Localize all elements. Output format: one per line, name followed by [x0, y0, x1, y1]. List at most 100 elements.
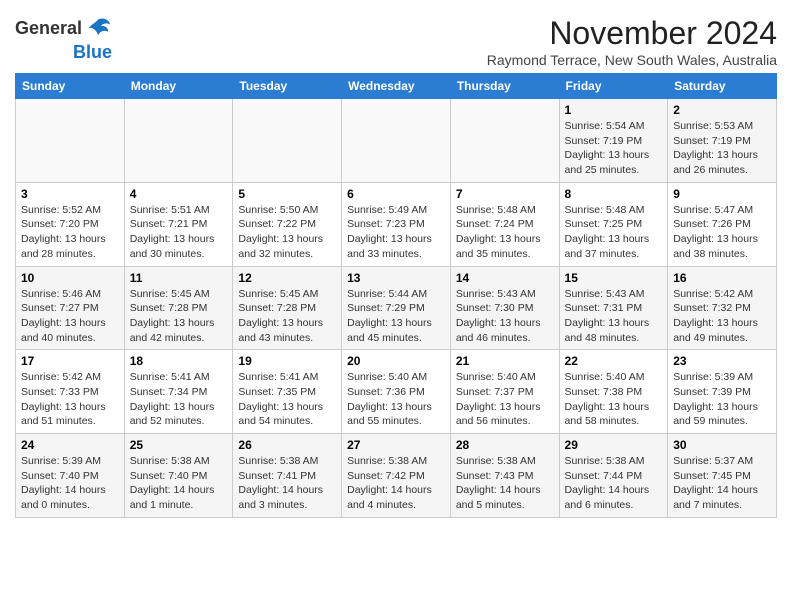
day-detail: Sunrise: 5:45 AM Sunset: 7:28 PM Dayligh…: [238, 288, 323, 344]
day-detail: Sunrise: 5:38 AM Sunset: 7:41 PM Dayligh…: [238, 455, 323, 511]
logo-bird-icon: [84, 15, 112, 43]
day-number: 4: [130, 187, 228, 201]
weekday-header-saturday: Saturday: [668, 74, 777, 99]
day-number: 26: [238, 438, 336, 452]
week-row-5: 24Sunrise: 5:39 AM Sunset: 7:40 PM Dayli…: [16, 434, 777, 518]
week-row-2: 3 Sunrise: 5:52 AM Sunset: 7:20 PM Daylig…: [16, 182, 777, 266]
empty-cell: [342, 99, 451, 183]
day-number: 9: [673, 187, 771, 201]
week-row-3: 10 Sunrise: 5:46 AM Sunset: 7:27 PM Dayli…: [16, 266, 777, 350]
day-number: 12: [238, 271, 336, 285]
day-detail: Sunrise: 5:42 AM Sunset: 7:33 PM Dayligh…: [21, 371, 106, 427]
day-cell-29: 29 Sunrise: 5:38 AM Sunset: 7:44 PM Dayli…: [559, 434, 668, 518]
day-cell-18: 18 Sunrise: 5:41 AM Sunset: 7:34 PM Dayli…: [124, 350, 233, 434]
day-detail: Sunrise: 5:37 AM Sunset: 7:45 PM Dayligh…: [673, 455, 758, 511]
day-cell-23: 23 Sunrise: 5:39 AM Sunset: 7:39 PM Dayli…: [668, 350, 777, 434]
day-number: 1: [565, 103, 663, 117]
day-number: 24: [21, 438, 119, 452]
day-detail: Sunrise: 5:41 AM Sunset: 7:35 PM Dayligh…: [238, 371, 323, 427]
weekday-header-tuesday: Tuesday: [233, 74, 342, 99]
day-cell-8: 8Sunrise: 5:48 AM Sunset: 7:25 PM Daylig…: [559, 182, 668, 266]
day-cell-28: 28 Sunrise: 5:38 AM Sunset: 7:43 PM Dayli…: [450, 434, 559, 518]
day-detail: Sunrise: 5:44 AM Sunset: 7:29 PM Dayligh…: [347, 288, 432, 344]
day-cell-21: 21 Sunrise: 5:40 AM Sunset: 7:37 PM Dayli…: [450, 350, 559, 434]
day-number: 5: [238, 187, 336, 201]
day-detail: Sunrise: 5:38 AM Sunset: 7:42 PM Dayligh…: [347, 455, 432, 511]
day-cell-30: 30 Sunrise: 5:37 AM Sunset: 7:45 PM Dayli…: [668, 434, 777, 518]
day-cell-7: 7 Sunrise: 5:48 AM Sunset: 7:24 PM Daylig…: [450, 182, 559, 266]
day-cell-3: 3 Sunrise: 5:52 AM Sunset: 7:20 PM Daylig…: [16, 182, 125, 266]
day-number: 3: [21, 187, 119, 201]
day-number: 28: [456, 438, 554, 452]
day-cell-2: 2Sunrise: 5:53 AM Sunset: 7:19 PM Daylig…: [668, 99, 777, 183]
day-number: 11: [130, 271, 228, 285]
day-cell-1: 1 Sunrise: 5:54 AM Sunset: 7:19 PM Daylig…: [559, 99, 668, 183]
day-detail: Sunrise: 5:52 AM Sunset: 7:20 PM Dayligh…: [21, 204, 106, 260]
day-detail: Sunrise: 5:51 AM Sunset: 7:21 PM Dayligh…: [130, 204, 215, 260]
day-number: 10: [21, 271, 119, 285]
day-cell-27: 27 Sunrise: 5:38 AM Sunset: 7:42 PM Dayli…: [342, 434, 451, 518]
day-cell-10: 10 Sunrise: 5:46 AM Sunset: 7:27 PM Dayli…: [16, 266, 125, 350]
day-cell-6: 6 Sunrise: 5:49 AM Sunset: 7:23 PM Daylig…: [342, 182, 451, 266]
day-detail: Sunrise: 5:39 AM Sunset: 7:39 PM Dayligh…: [673, 371, 758, 427]
day-detail: Sunrise: 5:45 AM Sunset: 7:28 PM Dayligh…: [130, 288, 215, 344]
day-number: 27: [347, 438, 445, 452]
day-cell-22: 22 Sunrise: 5:40 AM Sunset: 7:38 PM Dayli…: [559, 350, 668, 434]
day-detail: Sunrise: 5:50 AM Sunset: 7:22 PM Dayligh…: [238, 204, 323, 260]
month-title: November 2024: [487, 15, 777, 52]
day-number: 30: [673, 438, 771, 452]
day-detail: Sunrise: 5:40 AM Sunset: 7:36 PM Dayligh…: [347, 371, 432, 427]
day-detail: Sunrise: 5:40 AM Sunset: 7:37 PM Dayligh…: [456, 371, 541, 427]
day-number: 7: [456, 187, 554, 201]
empty-cell: [450, 99, 559, 183]
day-detail: Sunrise: 5:38 AM Sunset: 7:44 PM Dayligh…: [565, 455, 650, 511]
day-detail: Sunrise: 5:48 AM Sunset: 7:24 PM Dayligh…: [456, 204, 541, 260]
empty-cell: [233, 99, 342, 183]
day-cell-12: 12 Sunrise: 5:45 AM Sunset: 7:28 PM Dayli…: [233, 266, 342, 350]
empty-cell: [124, 99, 233, 183]
day-number: 19: [238, 354, 336, 368]
day-detail: Sunrise: 5:42 AM Sunset: 7:32 PM Dayligh…: [673, 288, 758, 344]
day-number: 20: [347, 354, 445, 368]
day-number: 16: [673, 271, 771, 285]
day-cell-5: 5 Sunrise: 5:50 AM Sunset: 7:22 PM Daylig…: [233, 182, 342, 266]
day-number: 13: [347, 271, 445, 285]
weekday-header-sunday: Sunday: [16, 74, 125, 99]
day-cell-26: 26 Sunrise: 5:38 AM Sunset: 7:41 PM Dayli…: [233, 434, 342, 518]
page-header: General Blue November 2024 Raymond Terra…: [15, 15, 777, 68]
logo-general: General: [15, 18, 82, 38]
day-detail: Sunrise: 5:38 AM Sunset: 7:43 PM Dayligh…: [456, 455, 541, 511]
day-detail: Sunrise: 5:48 AM Sunset: 7:25 PM Dayligh…: [565, 204, 650, 260]
day-cell-15: 15 Sunrise: 5:43 AM Sunset: 7:31 PM Dayli…: [559, 266, 668, 350]
day-number: 29: [565, 438, 663, 452]
day-detail: Sunrise: 5:40 AM Sunset: 7:38 PM Dayligh…: [565, 371, 650, 427]
logo-blue: Blue: [73, 43, 112, 63]
day-number: 22: [565, 354, 663, 368]
day-cell-19: 19 Sunrise: 5:41 AM Sunset: 7:35 PM Dayli…: [233, 350, 342, 434]
day-cell-9: 9 Sunrise: 5:47 AM Sunset: 7:26 PM Daylig…: [668, 182, 777, 266]
day-cell-17: 17Sunrise: 5:42 AM Sunset: 7:33 PM Dayli…: [16, 350, 125, 434]
day-number: 15: [565, 271, 663, 285]
day-number: 18: [130, 354, 228, 368]
location-subtitle: Raymond Terrace, New South Wales, Austra…: [487, 52, 777, 68]
day-number: 14: [456, 271, 554, 285]
day-cell-11: 11 Sunrise: 5:45 AM Sunset: 7:28 PM Dayli…: [124, 266, 233, 350]
day-detail: Sunrise: 5:46 AM Sunset: 7:27 PM Dayligh…: [21, 288, 106, 344]
day-detail: Sunrise: 5:47 AM Sunset: 7:26 PM Dayligh…: [673, 204, 758, 260]
logo: General Blue: [15, 15, 112, 63]
day-cell-4: 4 Sunrise: 5:51 AM Sunset: 7:21 PM Daylig…: [124, 182, 233, 266]
week-row-1: 1 Sunrise: 5:54 AM Sunset: 7:19 PM Daylig…: [16, 99, 777, 183]
day-detail: Sunrise: 5:49 AM Sunset: 7:23 PM Dayligh…: [347, 204, 432, 260]
day-number: 6: [347, 187, 445, 201]
day-detail: Sunrise: 5:41 AM Sunset: 7:34 PM Dayligh…: [130, 371, 215, 427]
day-number: 21: [456, 354, 554, 368]
day-cell-24: 24Sunrise: 5:39 AM Sunset: 7:40 PM Dayli…: [16, 434, 125, 518]
title-block: November 2024 Raymond Terrace, New South…: [487, 15, 777, 68]
calendar-table: SundayMondayTuesdayWednesdayThursdayFrid…: [15, 73, 777, 518]
day-detail: Sunrise: 5:54 AM Sunset: 7:19 PM Dayligh…: [565, 120, 650, 176]
day-number: 23: [673, 354, 771, 368]
weekday-header-row: SundayMondayTuesdayWednesdayThursdayFrid…: [16, 74, 777, 99]
day-cell-20: 20 Sunrise: 5:40 AM Sunset: 7:36 PM Dayli…: [342, 350, 451, 434]
day-detail: Sunrise: 5:43 AM Sunset: 7:31 PM Dayligh…: [565, 288, 650, 344]
week-row-4: 17Sunrise: 5:42 AM Sunset: 7:33 PM Dayli…: [16, 350, 777, 434]
